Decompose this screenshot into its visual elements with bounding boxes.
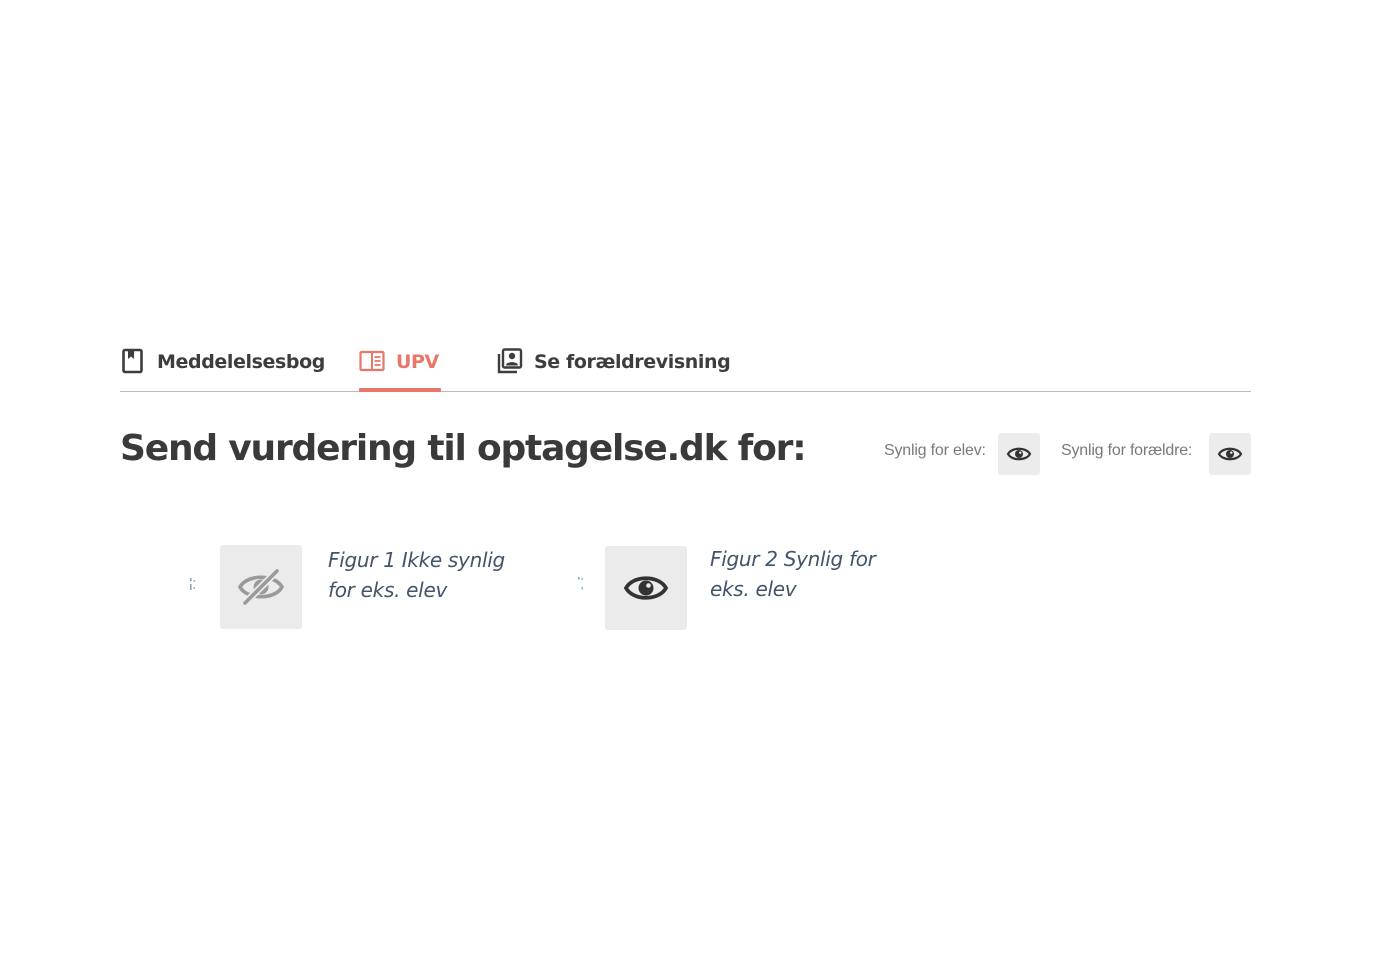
visible-for-student-label: Synlig for elev: [884, 442, 986, 459]
figure-1-not-visible-button[interactable] [220, 545, 302, 629]
figure-2-caption-line-2: eks. elev [710, 577, 797, 601]
figure-2-caption: Figur 2 Synlig for eks. elev [710, 544, 876, 604]
eye-icon [623, 576, 669, 600]
tab-upv[interactable]: UPV [359, 348, 441, 392]
figure-1-caption-line-2: for eks. elev [328, 578, 447, 602]
figure-1-caption-line-1: Figur 1 Ikke synlig [328, 548, 505, 572]
figure-anchor-mark [190, 578, 196, 590]
book-open-icon [359, 348, 385, 374]
figure-2-caption-line-1: Figur 2 Synlig for [710, 547, 876, 571]
bookmark-book-icon [120, 348, 146, 374]
eye-off-icon [237, 568, 285, 606]
page: Meddelelsesbog UPV Se forældrevisning Se… [0, 0, 1400, 980]
eye-icon [1217, 447, 1243, 461]
visible-for-parents-toggle[interactable] [1209, 433, 1251, 475]
eye-icon [1006, 447, 1032, 461]
visible-for-student-toggle[interactable] [998, 433, 1040, 475]
tab-se-foraeldrevisning[interactable]: Se forældrevisning [497, 348, 731, 391]
tab-label: UPV [396, 351, 439, 373]
contact-photos-icon [497, 348, 523, 374]
tab-bar: Meddelelsesbog UPV Se forældrevisning [120, 340, 1251, 392]
tab-label: Se forældrevisning [534, 351, 731, 373]
visible-for-parents-label: Synlig for forældre: [1061, 442, 1193, 459]
page-title: Send vurdering til optagelse.dk for: [120, 428, 807, 469]
figure-anchor-mark [578, 577, 584, 590]
tab-meddelelsesbog[interactable]: Meddelelsesbog [120, 348, 325, 391]
tab-label: Meddelelsesbog [157, 351, 325, 373]
figure-2-visible-button[interactable] [605, 546, 687, 630]
figure-1-caption: Figur 1 Ikke synlig for eks. elev [328, 545, 505, 605]
